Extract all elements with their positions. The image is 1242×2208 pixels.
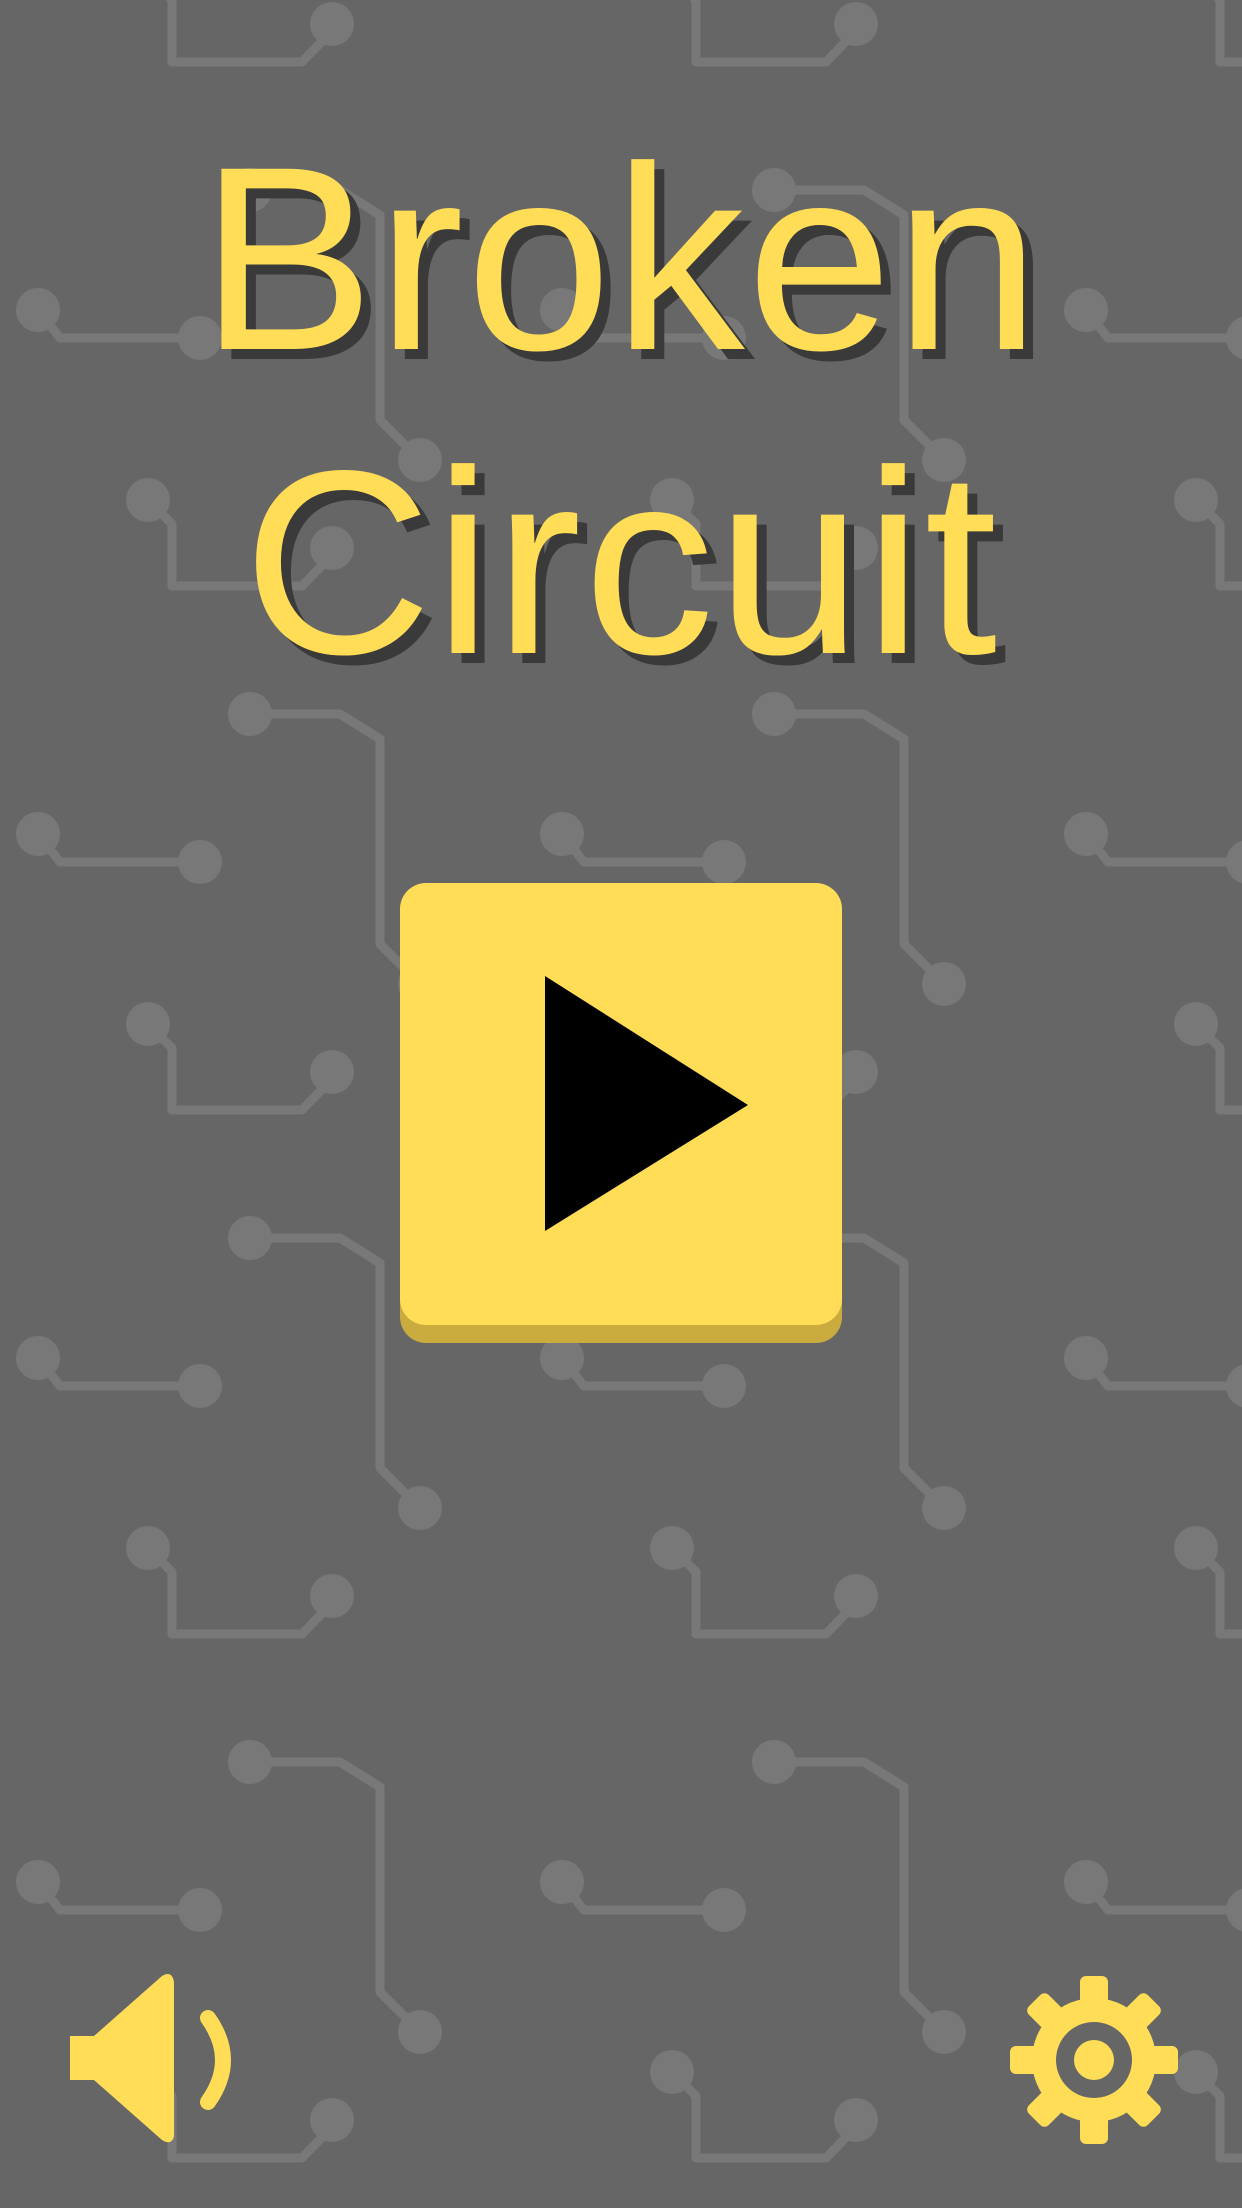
main-menu-screen: Broken Circuit: [0, 0, 1242, 2208]
play-button[interactable]: [400, 883, 842, 1325]
game-title-line-2: Circuit: [242, 416, 1000, 709]
speaker-icon: [70, 1974, 231, 2143]
settings-button[interactable]: [1000, 1970, 1180, 2150]
play-icon: [545, 976, 748, 1231]
gear-icon: [1010, 1976, 1178, 2144]
game-title-line-1: Broken: [199, 112, 1043, 405]
sound-button[interactable]: [60, 1970, 250, 2150]
